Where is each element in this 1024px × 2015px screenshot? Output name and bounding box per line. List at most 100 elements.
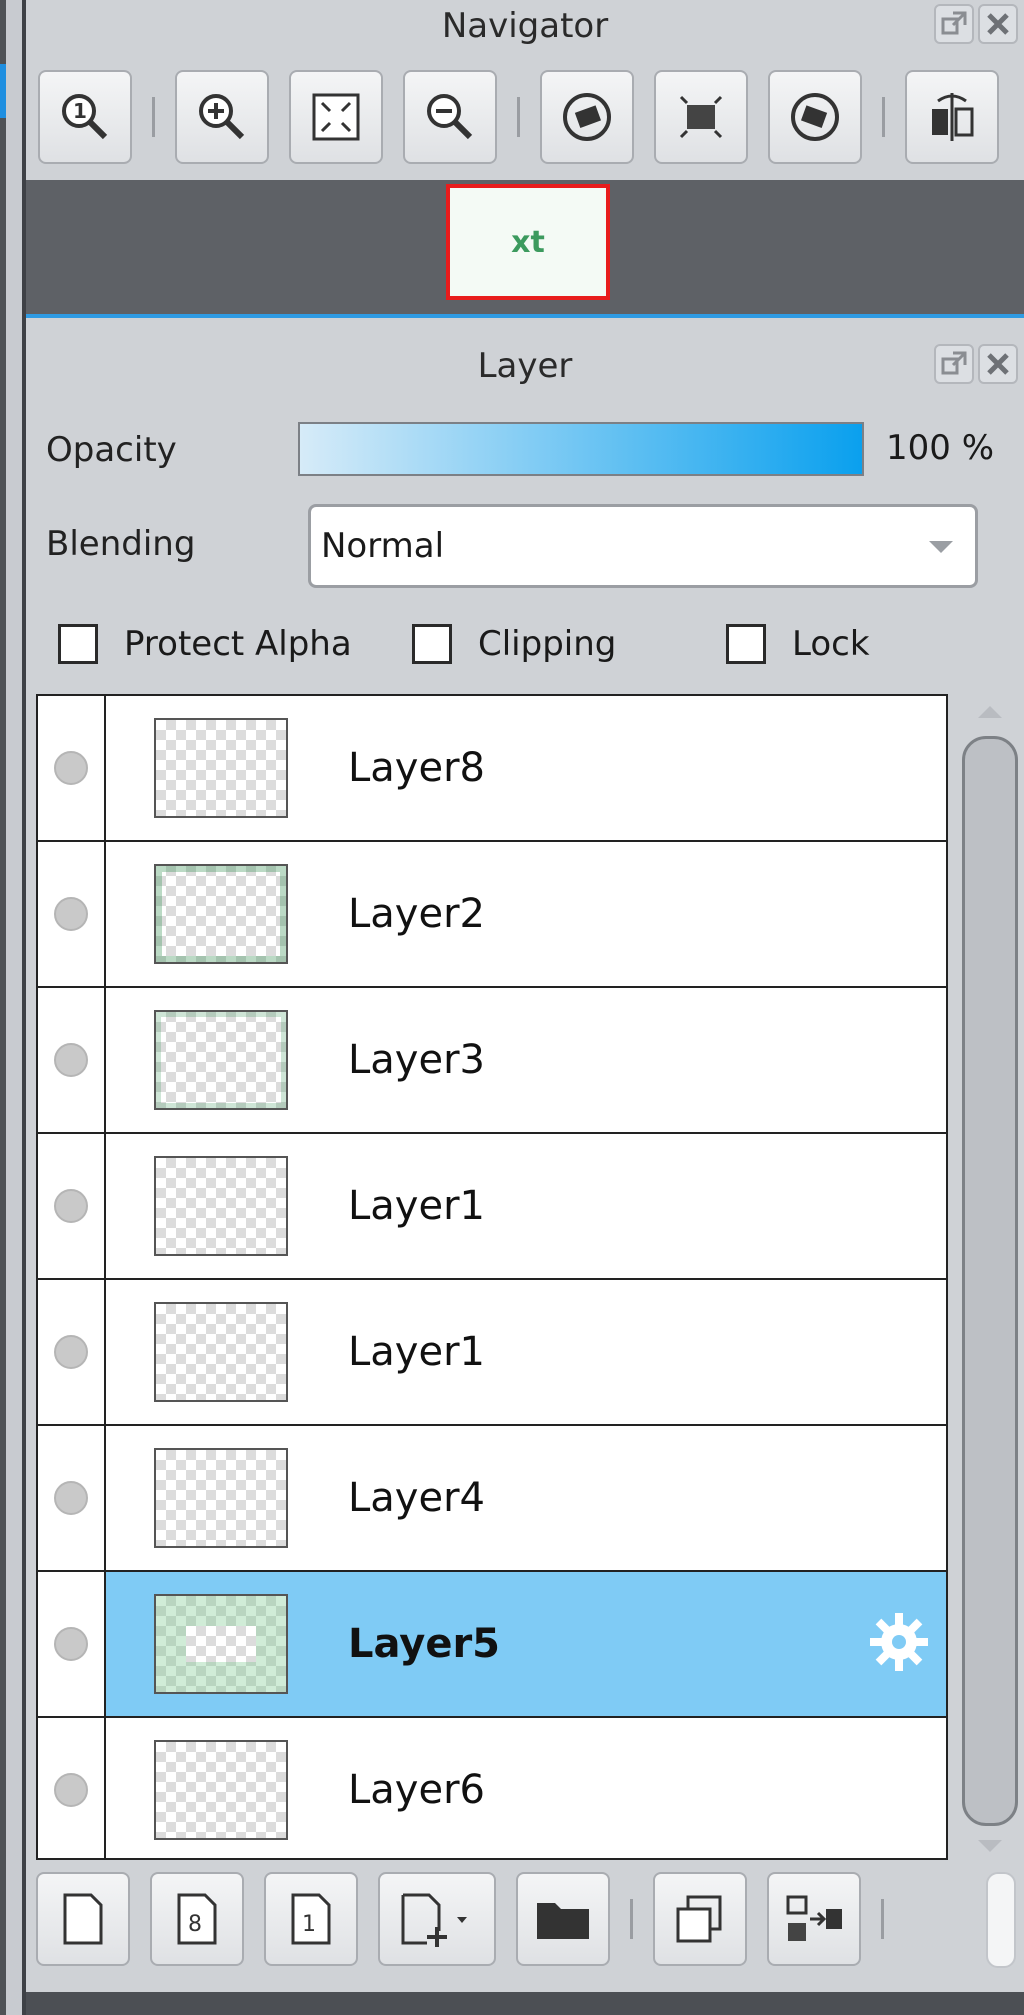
layer-name: Layer5: [348, 1621, 501, 1667]
toolbar-separator: [517, 97, 520, 137]
layer-thumbnail: [154, 1594, 288, 1694]
visibility-dot-icon: [54, 897, 88, 931]
visibility-toggle[interactable]: [38, 842, 106, 986]
left-dark-edge: [0, 0, 6, 2015]
checkbox-box[interactable]: [58, 624, 98, 664]
scroll-down-icon[interactable]: [978, 1840, 1002, 1852]
blending-value: Normal: [321, 526, 445, 566]
layer-panel: Layer Opacity 100 % Blending Normal Prot…: [26, 318, 1024, 2015]
new-layer-icon[interactable]: [36, 1872, 130, 1966]
lock-checkbox[interactable]: Lock: [726, 624, 870, 664]
toolbar-separator: [152, 97, 155, 137]
lock-label: Lock: [792, 624, 870, 664]
visibility-toggle[interactable]: [38, 1280, 106, 1424]
layer-row-body[interactable]: Layer8: [106, 696, 946, 840]
close-icon[interactable]: [978, 4, 1018, 44]
toolbar-scroll-handle[interactable]: [986, 1872, 1016, 1968]
navigator-preview[interactable]: xt: [26, 180, 1024, 314]
visibility-toggle[interactable]: [38, 1572, 106, 1716]
visibility-dot-icon: [54, 1043, 88, 1077]
left-edge-strip: [0, 0, 26, 2015]
layer-scrollbar[interactable]: [956, 700, 1022, 1860]
layer-row[interactable]: Layer3: [38, 988, 946, 1134]
duplicate-layer-icon[interactable]: [653, 1872, 747, 1966]
checkbox-box[interactable]: [412, 624, 452, 664]
layer-titlebar: Layer: [26, 318, 1024, 414]
protect-alpha-checkbox[interactable]: Protect Alpha: [58, 624, 352, 664]
blending-select[interactable]: Normal: [308, 504, 978, 588]
svg-text:8: 8: [188, 1912, 202, 1937]
zoom-out-icon[interactable]: [403, 70, 497, 164]
visibility-dot-icon: [54, 751, 88, 785]
visibility-dot-icon: [54, 1773, 88, 1807]
layer-thumbnail: [154, 1302, 288, 1402]
toolbar-separator: [881, 1899, 884, 1939]
layer-row-body[interactable]: Layer5: [106, 1572, 946, 1716]
layer-row-body[interactable]: Layer1: [106, 1134, 946, 1278]
layer-thumbnail: [154, 1448, 288, 1548]
close-icon[interactable]: [978, 344, 1018, 384]
layer-row[interactable]: Layer8: [38, 696, 946, 842]
layer-row-body[interactable]: Layer4: [106, 1426, 946, 1570]
blending-label: Blending: [46, 524, 196, 564]
layer-row[interactable]: Layer1: [38, 1134, 946, 1280]
layer-row[interactable]: Layer4: [38, 1426, 946, 1572]
rotate-right-icon[interactable]: [768, 70, 862, 164]
reset-view-icon[interactable]: [654, 70, 748, 164]
svg-text:1: 1: [73, 99, 87, 123]
popout-icon[interactable]: [934, 4, 974, 44]
scroll-up-icon[interactable]: [978, 706, 1002, 718]
layer-row-body[interactable]: Layer1: [106, 1280, 946, 1424]
layer-bottom-toolbar: 8 1: [36, 1872, 904, 1966]
visibility-toggle[interactable]: [38, 988, 106, 1132]
layer-row[interactable]: Layer1: [38, 1280, 946, 1426]
gear-icon[interactable]: [866, 1609, 932, 1679]
layer-row-body[interactable]: Layer3: [106, 988, 946, 1132]
visibility-dot-icon: [54, 1335, 88, 1369]
add-layer-menu-icon[interactable]: [378, 1872, 496, 1966]
visibility-toggle[interactable]: [38, 696, 106, 840]
layer-list: Layer8 Layer2 Layer3 Layer1 Layer1 Layer…: [36, 694, 948, 1860]
checkbox-box[interactable]: [726, 624, 766, 664]
navigator-view-frame[interactable]: xt: [446, 184, 610, 300]
layer-row[interactable]: Layer6: [38, 1718, 946, 1858]
new-folder-icon[interactable]: [516, 1872, 610, 1966]
scrollbar-thumb[interactable]: [962, 736, 1018, 1826]
visibility-toggle[interactable]: [38, 1718, 106, 1858]
layer-thumbnail: [154, 1156, 288, 1256]
toolbar-separator: [882, 97, 885, 137]
layer-title: Layer: [477, 346, 573, 386]
new-1bit-layer-icon[interactable]: 1: [264, 1872, 358, 1966]
opacity-value: 100 %: [886, 428, 995, 468]
new-8bit-layer-icon[interactable]: 8: [150, 1872, 244, 1966]
layer-row-body[interactable]: Layer6: [106, 1718, 946, 1858]
layer-row-selected[interactable]: Layer5: [38, 1572, 946, 1718]
layer-thumbnail: [154, 864, 288, 964]
svg-text:1: 1: [302, 1912, 316, 1937]
opacity-slider[interactable]: [298, 422, 864, 476]
toolbar-separator: [630, 1899, 633, 1939]
popout-icon[interactable]: [934, 344, 974, 384]
visibility-toggle[interactable]: [38, 1134, 106, 1278]
layer-row-body[interactable]: Layer2: [106, 842, 946, 986]
layer-name: Layer4: [348, 1475, 485, 1521]
flip-horizontal-icon[interactable]: [905, 70, 999, 164]
left-blue-marker: [0, 64, 6, 118]
layer-row[interactable]: Layer2: [38, 842, 946, 988]
layer-thumbnail: [154, 718, 288, 818]
bottom-edge: [26, 1992, 1024, 2015]
layer-name: Layer6: [348, 1767, 485, 1813]
layer-name: Layer2: [348, 891, 485, 937]
protect-alpha-label: Protect Alpha: [124, 624, 352, 664]
layer-thumbnail: [154, 1740, 288, 1840]
zoom-in-icon[interactable]: [175, 70, 269, 164]
zoom-actual-icon[interactable]: 1: [38, 70, 132, 164]
clipping-checkbox[interactable]: Clipping: [412, 624, 616, 664]
layer-name: Layer3: [348, 1037, 485, 1083]
visibility-dot-icon: [54, 1627, 88, 1661]
visibility-toggle[interactable]: [38, 1426, 106, 1570]
rotate-left-icon[interactable]: [540, 70, 634, 164]
opacity-label: Opacity: [46, 430, 177, 470]
fit-screen-icon[interactable]: [289, 70, 383, 164]
transfer-layer-icon[interactable]: [767, 1872, 861, 1966]
